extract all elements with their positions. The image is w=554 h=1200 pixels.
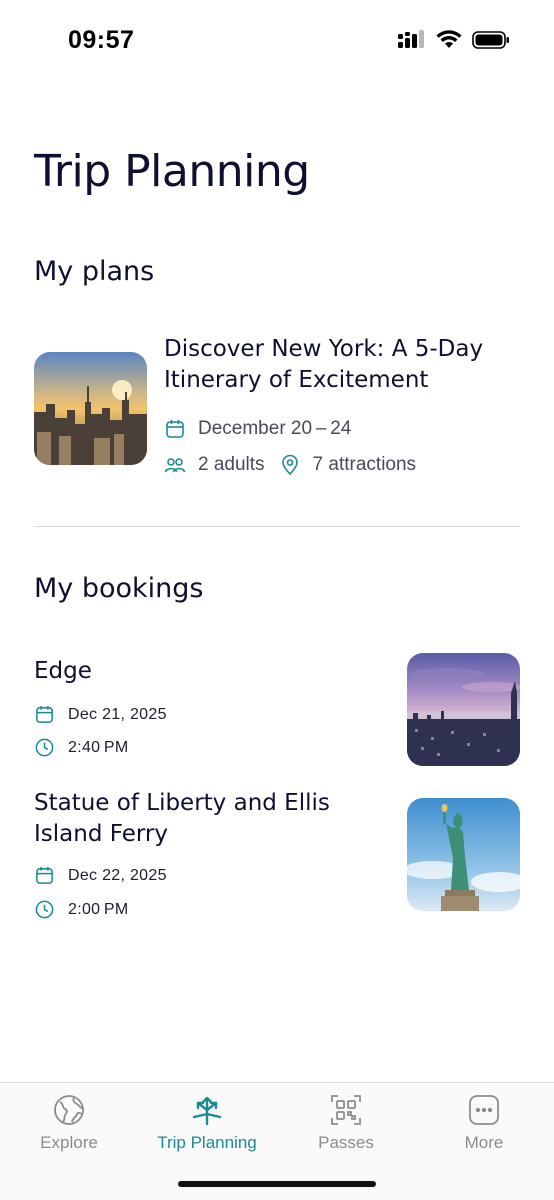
- plan-thumbnail-new-york-skyline: [34, 352, 147, 465]
- globe-icon: [52, 1093, 86, 1127]
- tab-label: Explore: [40, 1133, 98, 1152]
- booking-card[interactable]: Edge Dec 21, 2025 2:40 PM: [34, 653, 520, 768]
- tab-label: Trip Planning: [157, 1133, 257, 1152]
- booking-date-row: Dec 21, 2025: [34, 704, 167, 725]
- directions-icon: [190, 1093, 224, 1127]
- battery-icon: [472, 31, 509, 49]
- location-pin-icon: [279, 454, 301, 476]
- tab-label: Passes: [318, 1133, 374, 1152]
- plan-details-row: 2 adults 7 attractions: [164, 454, 416, 476]
- my-plans-heading: My plans: [34, 256, 155, 287]
- plan-dates: December 20 – 24: [198, 418, 352, 439]
- page-title: Trip Planning: [34, 146, 310, 197]
- plan-title: Discover New York: A 5-Day Itinerary of …: [164, 336, 484, 393]
- booking-card[interactable]: Statue of Liberty and Ellis Island Ferry…: [34, 788, 520, 919]
- calendar-icon: [34, 704, 55, 725]
- qr-code-icon: [329, 1093, 363, 1127]
- cellular-signal-icon: [398, 30, 424, 48]
- tab-explore[interactable]: Explore: [0, 1093, 138, 1153]
- status-icons: [398, 30, 510, 50]
- tab-more[interactable]: More: [415, 1093, 553, 1153]
- people-icon: [164, 454, 186, 476]
- plan-dates-row: December 20 – 24: [164, 418, 351, 440]
- booking-time: 2:00 PM: [68, 900, 129, 918]
- status-time: 09:57: [68, 26, 135, 54]
- status-bar: 09:57: [0, 0, 554, 84]
- tab-trip-planning[interactable]: Trip Planning: [138, 1093, 276, 1153]
- wifi-icon: [436, 30, 462, 48]
- booking-date: Dec 21, 2025: [68, 705, 167, 723]
- booking-thumbnail-city-view: [407, 653, 520, 766]
- booking-time-row: 2:00 PM: [34, 899, 128, 920]
- my-bookings-heading: My bookings: [34, 573, 204, 604]
- booking-title: Edge: [34, 658, 92, 684]
- tab-label: More: [464, 1133, 504, 1152]
- booking-time-row: 2:40 PM: [34, 737, 128, 758]
- plan-attractions: 7 attractions: [312, 454, 417, 475]
- more-dots-icon: [467, 1093, 501, 1127]
- booking-date-row: Dec 22, 2025: [34, 865, 167, 886]
- plan-card[interactable]: Discover New York: A 5-Day Itinerary of …: [34, 334, 520, 484]
- home-indicator: [178, 1181, 376, 1187]
- booking-thumbnail-statue-of-liberty: [407, 798, 520, 911]
- calendar-icon: [34, 865, 55, 886]
- clock-icon: [34, 899, 55, 920]
- booking-title: Statue of Liberty and Ellis Island Ferry: [34, 790, 330, 847]
- section-divider: [34, 526, 520, 527]
- clock-icon: [34, 737, 55, 758]
- tab-passes[interactable]: Passes: [277, 1093, 415, 1153]
- booking-time: 2:40 PM: [68, 738, 129, 756]
- calendar-icon: [164, 418, 186, 440]
- booking-date: Dec 22, 2025: [68, 866, 167, 884]
- plan-adults: 2 adults: [198, 454, 265, 475]
